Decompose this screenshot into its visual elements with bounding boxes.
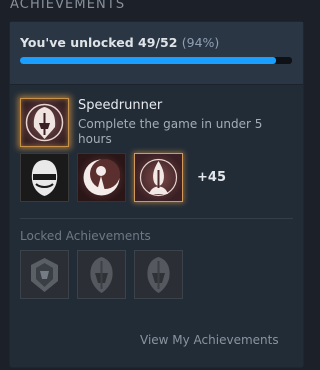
divider bbox=[20, 218, 293, 219]
progress-bar-track bbox=[20, 57, 292, 64]
view-my-achievements-link[interactable]: View My Achievements bbox=[140, 333, 279, 347]
featured-description: Complete the game in under 5 hours bbox=[78, 117, 263, 146]
progress-count: 49/52 bbox=[138, 35, 178, 50]
locked-mask-icon[interactable] bbox=[134, 250, 183, 299]
hooded-figure-icon[interactable] bbox=[20, 98, 69, 147]
progress-prefix: You've unlocked bbox=[20, 35, 134, 50]
progress-box: You've unlocked 49/52 (94%) bbox=[10, 22, 303, 85]
progress-percent: (94%) bbox=[181, 35, 220, 50]
progress-bar-fill bbox=[20, 57, 276, 64]
achievements-panel: You've unlocked 49/52 (94%) Speedrunner … bbox=[10, 22, 303, 367]
locked-mask-icon[interactable] bbox=[77, 250, 126, 299]
flame-goddess-icon[interactable] bbox=[134, 153, 183, 202]
progress-text: You've unlocked 49/52 (94%) bbox=[20, 35, 219, 50]
locked-achievements-title: Locked Achievements bbox=[20, 229, 151, 243]
locked-crest-icon[interactable] bbox=[20, 250, 69, 299]
featured-title: Speedrunner bbox=[78, 98, 163, 113]
section-title: ACHIEVEMENTS bbox=[10, 0, 126, 12]
crescent-figure-icon[interactable] bbox=[77, 153, 126, 202]
masked-face-icon[interactable] bbox=[20, 153, 69, 202]
more-achievements-count: +45 bbox=[197, 170, 226, 185]
